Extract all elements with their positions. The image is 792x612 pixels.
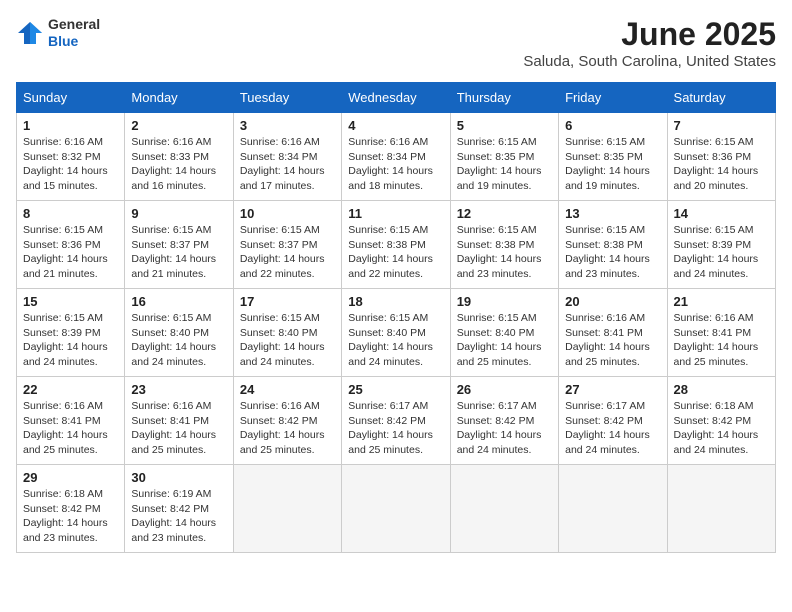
table-row: 17 Sunrise: 6:15 AM Sunset: 8:40 PM Dayl… [233,289,341,377]
header-sunday: Sunday [17,83,125,113]
table-row: 16 Sunrise: 6:15 AM Sunset: 8:40 PM Dayl… [125,289,233,377]
table-row: 22 Sunrise: 6:16 AM Sunset: 8:41 PM Dayl… [17,377,125,465]
table-row: 18 Sunrise: 6:15 AM Sunset: 8:40 PM Dayl… [342,289,450,377]
table-row: 2 Sunrise: 6:16 AM Sunset: 8:33 PM Dayli… [125,113,233,201]
table-row: 21 Sunrise: 6:16 AM Sunset: 8:41 PM Dayl… [667,289,775,377]
table-row: 9 Sunrise: 6:15 AM Sunset: 8:37 PM Dayli… [125,201,233,289]
empty-cell [667,465,775,553]
empty-cell [450,465,558,553]
table-row: 5 Sunrise: 6:15 AM Sunset: 8:35 PM Dayli… [450,113,558,201]
table-row: 13 Sunrise: 6:15 AM Sunset: 8:38 PM Dayl… [559,201,667,289]
calendar-title: June 2025 [523,16,776,53]
table-row: 7 Sunrise: 6:15 AM Sunset: 8:36 PM Dayli… [667,113,775,201]
calendar-subtitle: Saluda, South Carolina, United States [523,53,776,70]
table-row: 19 Sunrise: 6:15 AM Sunset: 8:40 PM Dayl… [450,289,558,377]
empty-cell [342,465,450,553]
table-row: 4 Sunrise: 6:16 AM Sunset: 8:34 PM Dayli… [342,113,450,201]
table-row: 8 Sunrise: 6:15 AM Sunset: 8:36 PM Dayli… [17,201,125,289]
table-row: 29 Sunrise: 6:18 AM Sunset: 8:42 PM Dayl… [17,465,125,553]
header-saturday: Saturday [667,83,775,113]
table-row: 25 Sunrise: 6:17 AM Sunset: 8:42 PM Dayl… [342,377,450,465]
calendar-week-row: 15 Sunrise: 6:15 AM Sunset: 8:39 PM Dayl… [17,289,776,377]
logo-icon [16,19,44,47]
table-row: 1 Sunrise: 6:16 AM Sunset: 8:32 PM Dayli… [17,113,125,201]
table-row: 3 Sunrise: 6:16 AM Sunset: 8:34 PM Dayli… [233,113,341,201]
table-row: 10 Sunrise: 6:15 AM Sunset: 8:37 PM Dayl… [233,201,341,289]
table-row: 23 Sunrise: 6:16 AM Sunset: 8:41 PM Dayl… [125,377,233,465]
title-block: June 2025 Saluda, South Carolina, United… [523,16,776,70]
table-row: 11 Sunrise: 6:15 AM Sunset: 8:38 PM Dayl… [342,201,450,289]
header-tuesday: Tuesday [233,83,341,113]
header-thursday: Thursday [450,83,558,113]
header-wednesday: Wednesday [342,83,450,113]
calendar-header-row: Sunday Monday Tuesday Wednesday Thursday… [17,83,776,113]
calendar-week-row: 22 Sunrise: 6:16 AM Sunset: 8:41 PM Dayl… [17,377,776,465]
logo: General Blue [16,16,100,50]
table-row: 15 Sunrise: 6:15 AM Sunset: 8:39 PM Dayl… [17,289,125,377]
table-row: 30 Sunrise: 6:19 AM Sunset: 8:42 PM Dayl… [125,465,233,553]
header-monday: Monday [125,83,233,113]
table-row: 14 Sunrise: 6:15 AM Sunset: 8:39 PM Dayl… [667,201,775,289]
table-row: 24 Sunrise: 6:16 AM Sunset: 8:42 PM Dayl… [233,377,341,465]
empty-cell [559,465,667,553]
calendar-week-row: 1 Sunrise: 6:16 AM Sunset: 8:32 PM Dayli… [17,113,776,201]
table-row: 28 Sunrise: 6:18 AM Sunset: 8:42 PM Dayl… [667,377,775,465]
calendar-table: Sunday Monday Tuesday Wednesday Thursday… [16,82,776,553]
table-row: 12 Sunrise: 6:15 AM Sunset: 8:38 PM Dayl… [450,201,558,289]
header-friday: Friday [559,83,667,113]
table-row: 27 Sunrise: 6:17 AM Sunset: 8:42 PM Dayl… [559,377,667,465]
empty-cell [233,465,341,553]
table-row: 6 Sunrise: 6:15 AM Sunset: 8:35 PM Dayli… [559,113,667,201]
calendar-week-row: 8 Sunrise: 6:15 AM Sunset: 8:36 PM Dayli… [17,201,776,289]
page-header: General Blue June 2025 Saluda, South Car… [16,16,776,70]
logo-text: General Blue [48,16,100,50]
calendar-week-row: 29 Sunrise: 6:18 AM Sunset: 8:42 PM Dayl… [17,465,776,553]
table-row: 20 Sunrise: 6:16 AM Sunset: 8:41 PM Dayl… [559,289,667,377]
table-row: 26 Sunrise: 6:17 AM Sunset: 8:42 PM Dayl… [450,377,558,465]
